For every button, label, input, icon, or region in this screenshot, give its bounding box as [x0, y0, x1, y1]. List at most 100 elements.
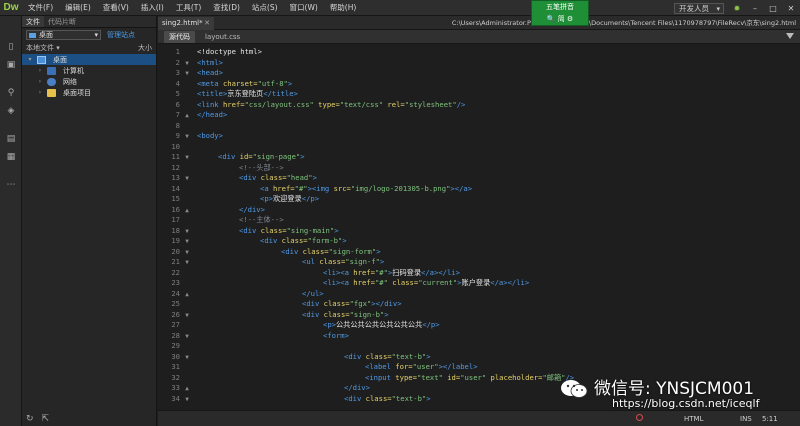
- code-line[interactable]: 8: [158, 121, 798, 132]
- maximize-icon[interactable]: □: [768, 3, 778, 13]
- code-line[interactable]: 5 <title>京东登陆页</title>: [158, 89, 798, 100]
- code-line[interactable]: 11 ▼ <div id="sign-page">: [158, 152, 798, 163]
- code-token: >: [379, 257, 385, 266]
- code-token: rel=: [383, 99, 405, 109]
- code-token: "sign-f": [345, 257, 380, 266]
- code-token: <div: [344, 393, 366, 403]
- related-css-link[interactable]: layout.css: [205, 33, 240, 41]
- source-code-button[interactable]: 源代码: [164, 30, 195, 43]
- tab-files[interactable]: 文件: [22, 16, 44, 27]
- assets-icon[interactable]: ▤: [0, 130, 22, 148]
- local-files-label[interactable]: 本地文件 ▾: [26, 43, 60, 53]
- code-line[interactable]: 19 ▼ <div class="form-b">: [158, 236, 798, 247]
- properties-icon[interactable]: ◈: [0, 102, 22, 120]
- code-line[interactable]: 9 ▼ <body>: [158, 131, 798, 142]
- code-token: href=: [353, 278, 375, 287]
- close-icon[interactable]: ✕: [786, 3, 796, 13]
- watermark: 微信号: YNSJCM001 https://blog.csdn.net/ice…: [560, 370, 800, 426]
- fold-toggle-icon[interactable]: ▼: [180, 395, 194, 406]
- code-line[interactable]: 20 ▼ <div class="sign-form">: [158, 247, 798, 258]
- tree-item[interactable]: › 网络: [22, 76, 156, 87]
- code-line[interactable]: 24 ▲ </ul>: [158, 289, 798, 300]
- code-token: "current": [418, 278, 458, 287]
- menu-item[interactable]: 帮助(H): [324, 2, 363, 13]
- code-line[interactable]: 26 ▼ <div class="sign-b">: [158, 310, 798, 321]
- code-text: <li><a href="#" class="current">账户登录</a>…: [194, 278, 529, 289]
- line-number: 6: [175, 99, 180, 109]
- code-line[interactable]: 28 ▼ <form>: [158, 331, 798, 342]
- line-number: 32: [171, 372, 180, 382]
- css-designer-icon[interactable]: ⚲: [0, 84, 22, 102]
- code-token: class=: [365, 393, 392, 403]
- code-line[interactable]: 16 ▲ </div>: [158, 205, 798, 216]
- code-token: >: [384, 309, 389, 319]
- refresh-icon[interactable]: ↻: [26, 414, 34, 424]
- tab-snippets[interactable]: 代码片断: [44, 16, 80, 27]
- code-line[interactable]: 2 ▼ <html>: [158, 58, 798, 69]
- more-icon[interactable]: ⋯: [0, 176, 22, 194]
- menu-item[interactable]: 插入(I): [135, 2, 170, 13]
- code-line[interactable]: 29: [158, 341, 798, 352]
- code-line[interactable]: 10: [158, 142, 798, 153]
- menu-item[interactable]: 查看(V): [97, 2, 135, 13]
- code-line[interactable]: 12 <!--头部-->: [158, 163, 798, 174]
- line-number: 11: [171, 152, 180, 161]
- manage-sites-link[interactable]: 管理站点: [107, 30, 135, 40]
- expand-arrow-icon[interactable]: ›: [36, 78, 44, 85]
- snippets-icon[interactable]: ▦: [0, 148, 22, 166]
- filter-icon[interactable]: [786, 33, 794, 39]
- tree-item[interactable]: ▾ 桌面: [22, 54, 156, 65]
- tree-item[interactable]: › 桌面项目: [22, 87, 156, 98]
- code-editor[interactable]: 1 <!doctype html> 2 ▼ <html> 3 ▼ <head> 4 <meta c…: [158, 44, 800, 410]
- code-line[interactable]: 7 ▲ </head>: [158, 110, 798, 121]
- expand-arrow-icon[interactable]: ›: [36, 67, 44, 74]
- expand-arrow-icon[interactable]: ›: [36, 89, 44, 96]
- code-token: <!--主体-->: [239, 215, 284, 224]
- menu-item[interactable]: 文件(F): [22, 2, 59, 13]
- code-line[interactable]: 21 ▼ <ul class="sign-f">: [158, 257, 798, 268]
- settings-icon[interactable]: ✹: [732, 3, 742, 13]
- code-line[interactable]: 23 <li><a href="#" class="current">账户登录</…: [158, 278, 798, 289]
- code-line[interactable]: 3 ▼ <head>: [158, 68, 798, 79]
- code-line[interactable]: 30 ▼ <div class="text-b">: [158, 352, 798, 363]
- code-token: id=: [239, 152, 253, 161]
- workspace-selector[interactable]: 开发人员: [674, 2, 724, 14]
- code-line[interactable]: 22 <li><a href="#">扫码登录</a></li>: [158, 268, 798, 279]
- code-line[interactable]: 4 <meta charset="utf-8">: [158, 79, 798, 90]
- document-tab[interactable]: sing2.html* ✕: [158, 17, 214, 30]
- minimize-icon[interactable]: –: [750, 3, 760, 13]
- code-token: </head>: [197, 110, 228, 119]
- code-line[interactable]: 15 <p>欢迎登录</p>: [158, 194, 798, 205]
- file-tree: ▾ 桌面 › 计算机 › 网络 › 桌面项目: [22, 54, 156, 98]
- code-token: "css/layout.css": [244, 99, 314, 109]
- document-tab-label: sing2.html*: [162, 19, 203, 27]
- code-text: <link href="css/layout.css" type="text/c…: [194, 100, 465, 111]
- code-text: <div class="head">: [194, 173, 317, 184]
- menu-item[interactable]: 工具(T): [170, 2, 207, 13]
- ime-toolbar[interactable]: 五笔拼音 🔍 简 ⚙: [531, 0, 589, 26]
- code-line[interactable]: 27 <p>公共公共公共公共公共公共</p>: [158, 320, 798, 331]
- code-line[interactable]: 1 <!doctype html>: [158, 47, 798, 58]
- line-number: 1: [175, 47, 180, 56]
- code-text: <body>: [194, 131, 223, 142]
- insert-icon[interactable]: ▣: [0, 56, 22, 74]
- code-line[interactable]: 25 <div class="fgx"></div>: [158, 299, 798, 310]
- tree-item[interactable]: › 计算机: [22, 65, 156, 76]
- code-line[interactable]: 18 ▼ <div class="sing-main">: [158, 226, 798, 237]
- collapse-arrow-icon[interactable]: ▾: [26, 56, 34, 63]
- code-token: >: [426, 393, 431, 403]
- menu-item[interactable]: 编辑(E): [59, 2, 97, 13]
- menu-item[interactable]: 站点(S): [246, 2, 284, 13]
- code-line[interactable]: 13 ▼ <div class="head">: [158, 173, 798, 184]
- code-line[interactable]: 6 <link href="css/layout.css" type="text/…: [158, 100, 798, 111]
- code-text: <head>: [194, 68, 223, 79]
- menu-item[interactable]: 查找(D): [207, 2, 246, 13]
- code-line[interactable]: 14 <a href="#"><img src="img/logo-201305-…: [158, 184, 798, 195]
- file-icon[interactable]: ▯: [0, 38, 22, 56]
- close-tab-icon[interactable]: ✕: [204, 17, 210, 29]
- menu-item[interactable]: 窗口(W): [284, 2, 324, 13]
- code-line[interactable]: 17 <!--主体-->: [158, 215, 798, 226]
- code-text: <div class="sing-main">: [194, 226, 339, 237]
- site-selector[interactable]: 桌面: [26, 30, 101, 40]
- expand-icon[interactable]: ⇱: [42, 414, 50, 424]
